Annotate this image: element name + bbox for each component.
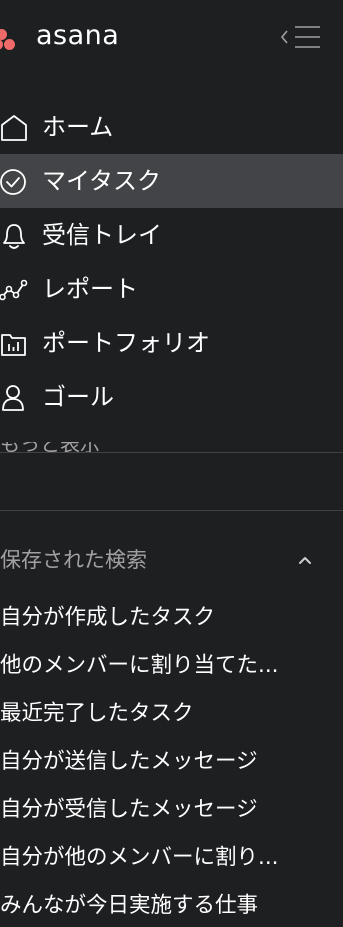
nav-item-home[interactable]: ホーム [0,100,343,154]
saved-searches-header[interactable]: 保存された検索 [0,538,343,582]
saved-search-item[interactable]: みんなが今日実施する仕事 [0,882,343,927]
saved-searches-title: 保存された検索 [0,548,147,572]
goal-icon [2,385,24,411]
check-circle-icon [0,169,26,195]
reporting-icon [0,279,28,301]
nav-item-my-tasks[interactable]: マイタスク [0,154,343,208]
logo-text: asana [36,20,120,51]
show-more-label: もっと表示 [0,442,100,456]
collapse-sidebar-button[interactable] [279,22,325,52]
sidebar: asana ホーム マイタスク 受信トレイ レポート ポートフォリオ ゴール も… [0,0,343,927]
nav-item-label: レポート [42,275,138,303]
saved-search-item[interactable]: 自分が送信したメッセージ [0,738,343,786]
chevron-up-icon[interactable] [297,552,313,568]
nav-item-reporting[interactable]: レポート [0,262,343,316]
saved-searches-list: 自分が作成したタスク 他のメンバーに割り当てた... 最近完了したタスク 自分が… [0,594,343,927]
nav-item-label: ゴール [42,383,114,411]
nav-item-inbox[interactable]: 受信トレイ [0,208,343,262]
saved-search-item[interactable]: 他のメンバーに割り当てた... [0,642,343,690]
asana-logo[interactable]: asana [0,18,119,54]
sidebar-header: asana [0,0,343,72]
saved-search-item[interactable]: 自分が他のメンバーに割り... [0,834,343,882]
bell-icon [3,224,25,249]
nav-item-label: ポートフォリオ [42,329,210,357]
divider [0,510,343,511]
nav-item-label: マイタスク [42,167,162,195]
show-more-link[interactable]: もっと表示 [0,442,343,466]
collapse-sidebar-icon [280,26,320,48]
home-icon [1,115,27,141]
nav-item-goals[interactable]: ゴール [0,370,343,424]
saved-search-item[interactable]: 自分が受信したメッセージ [0,786,343,834]
nav-item-portfolios[interactable]: ポートフォリオ [0,316,343,370]
asana-logo-icon [0,21,32,51]
saved-search-item[interactable]: 自分が作成したタスク [0,594,343,642]
nav-item-label: ホーム [42,113,114,141]
main-nav: ホーム マイタスク 受信トレイ レポート ポートフォリオ ゴール [0,100,343,424]
divider [0,452,343,453]
saved-search-item[interactable]: 最近完了したタスク [0,690,343,738]
portfolio-icon [1,334,26,356]
nav-item-label: 受信トレイ [42,221,162,249]
